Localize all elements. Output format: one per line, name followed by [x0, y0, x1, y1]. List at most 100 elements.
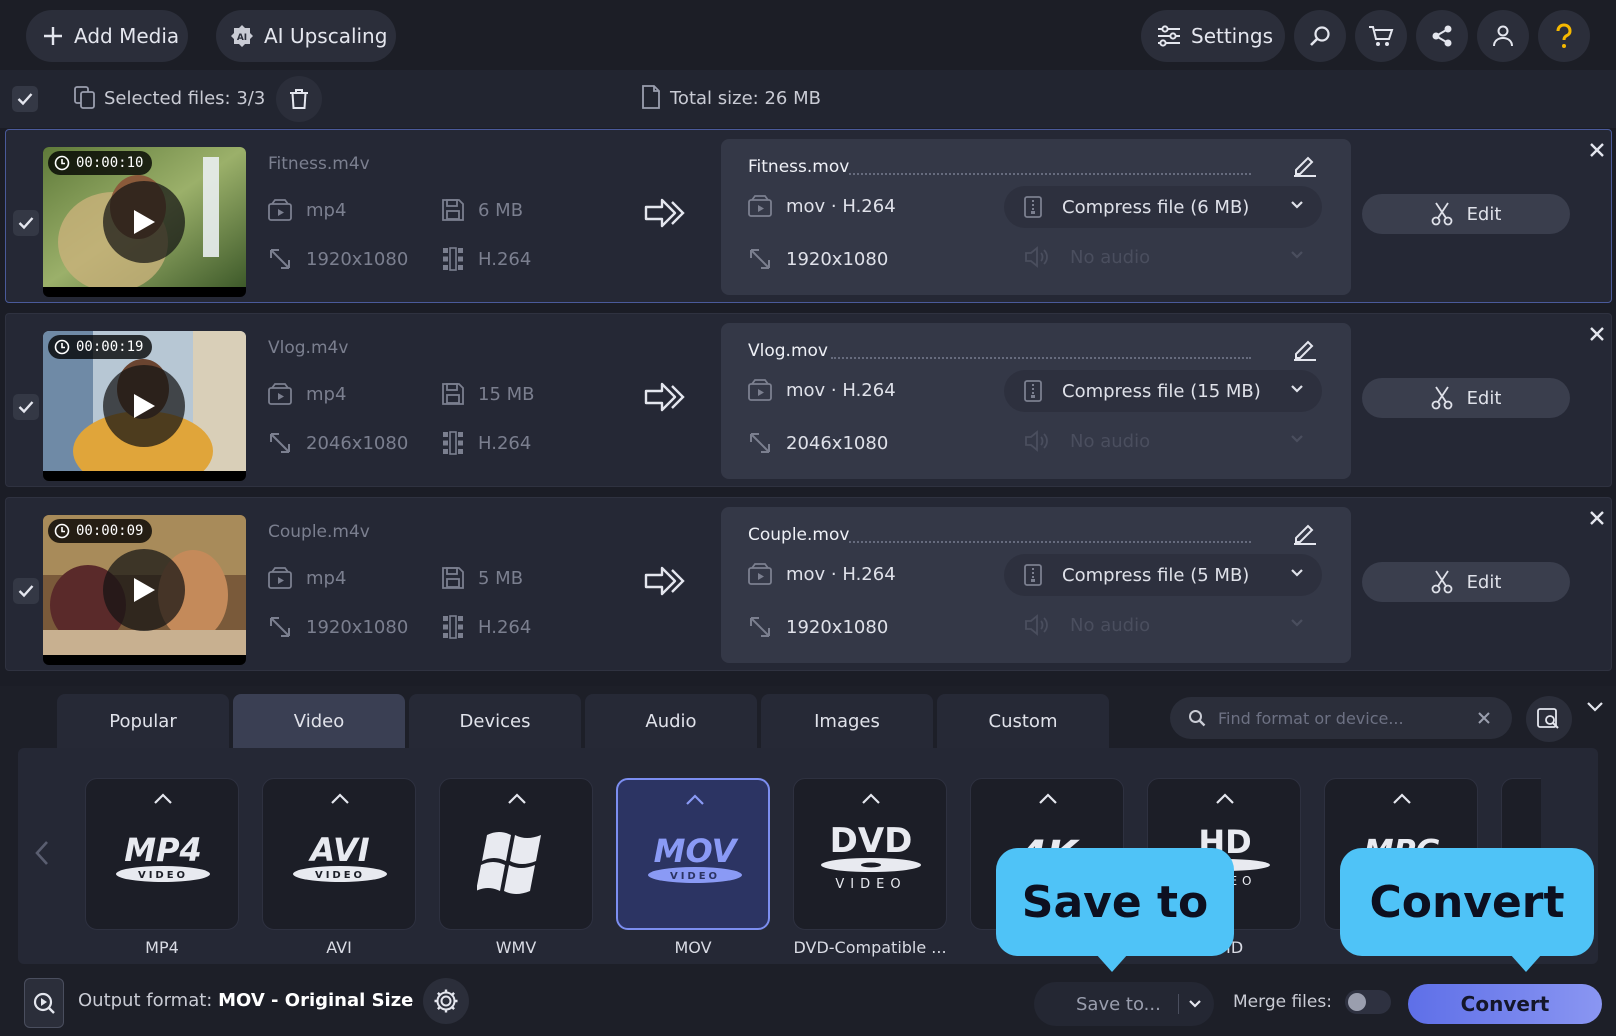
cart-button[interactable] — [1355, 10, 1407, 62]
format-card-mp4[interactable]: MP4 VIDEO — [85, 778, 239, 930]
format-card-wmv[interactable] — [439, 778, 593, 930]
file-checkbox[interactable] — [13, 394, 39, 420]
file-checkbox[interactable] — [13, 578, 39, 604]
chevron-down-icon — [1291, 435, 1303, 443]
merge-files-label: Merge files: — [1233, 992, 1332, 1012]
source-resolution: 1920x1080 — [268, 615, 408, 639]
remove-file-close-icon[interactable] — [1587, 324, 1607, 344]
format-label-mp4: MP4 — [145, 938, 179, 957]
tab-devices[interactable]: Devices — [409, 694, 581, 748]
settings-button[interactable]: Settings — [1141, 10, 1285, 62]
remove-file-close-icon[interactable] — [1587, 140, 1607, 160]
file-row[interactable]: 00:00:10 Fitness.m4v mp4 6 MB 1920x1080 … — [5, 129, 1612, 303]
scissors-icon — [1431, 202, 1452, 226]
save-disk-icon — [442, 383, 464, 405]
audio-dropdown[interactable]: No audio — [1004, 604, 1322, 646]
source-container: mp4 — [268, 567, 346, 589]
file-checkbox[interactable] — [13, 210, 39, 236]
compress-dropdown[interactable]: Compress file (6 MB) — [1004, 186, 1322, 228]
remove-file-close-icon[interactable] — [1587, 508, 1607, 528]
help-button[interactable] — [1538, 10, 1590, 62]
callout-tail — [1510, 954, 1542, 972]
add-media-button[interactable]: Add Media — [26, 10, 188, 62]
duration-text: 00:00:09 — [76, 523, 144, 539]
source-file-name: Couple.m4v — [268, 522, 370, 542]
edit-button[interactable]: Edit — [1362, 194, 1570, 234]
account-button[interactable] — [1477, 10, 1529, 62]
chevron-up-icon — [1039, 793, 1057, 804]
clock-icon — [54, 339, 70, 355]
video-thumbnail[interactable]: 00:00:10 — [43, 147, 246, 297]
carousel-prev-icon[interactable] — [34, 840, 50, 866]
compress-icon — [1024, 196, 1042, 218]
edit-button[interactable]: Edit — [1362, 562, 1570, 602]
video-thumbnail[interactable]: 00:00:09 — [43, 515, 246, 665]
rename-pencil-icon[interactable] — [1293, 153, 1317, 177]
ai-chip-icon: AI — [231, 25, 253, 47]
save-to-dropdown[interactable]: Save to... — [1034, 982, 1214, 1026]
selected-files-value: 3/3 — [236, 88, 266, 109]
ai-upscaling-label: AI Upscaling — [264, 24, 388, 48]
resize-icon — [270, 433, 290, 453]
resize-icon — [750, 617, 770, 637]
tab-video[interactable]: Video — [233, 694, 405, 748]
output-file-name[interactable]: Fitness.mov — [748, 157, 849, 177]
callout-save-to: Save to — [996, 848, 1234, 972]
check-icon — [18, 401, 34, 414]
edit-button[interactable]: Edit — [1362, 378, 1570, 418]
convert-button[interactable]: Convert — [1408, 984, 1602, 1024]
rename-pencil-icon[interactable] — [1293, 337, 1317, 361]
audio-dropdown[interactable]: No audio — [1004, 236, 1322, 278]
audio-dropdown-value: No audio — [1070, 246, 1151, 268]
output-settings-button[interactable] — [423, 978, 469, 1024]
compress-dropdown[interactable]: Compress file (15 MB) — [1004, 370, 1322, 412]
output-format: mov · H.264 — [748, 195, 896, 217]
file-row[interactable]: 00:00:09 Couple.m4v mp4 5 MB 1920x1080 H… — [5, 497, 1612, 671]
video-file-icon — [748, 379, 772, 401]
merge-files-toggle[interactable] — [1345, 990, 1391, 1014]
output-format-value: MOV - Original Size — [218, 990, 414, 1011]
save-disk-icon — [442, 199, 464, 221]
search-button[interactable] — [1294, 10, 1346, 62]
tab-custom[interactable]: Custom — [937, 694, 1109, 748]
tab-audio[interactable]: Audio — [585, 694, 757, 748]
source-container: mp4 — [268, 383, 346, 405]
format-label-avi: AVI — [326, 938, 352, 957]
delete-selected-button[interactable] — [276, 76, 322, 122]
name-divider — [831, 357, 1251, 359]
collapse-panel-chevron-icon[interactable] — [1586, 700, 1604, 714]
device-detect-button[interactable] — [1526, 696, 1572, 742]
rename-pencil-icon[interactable] — [1293, 521, 1317, 545]
output-format-text: mov · H.264 — [786, 195, 896, 217]
format-card-avi[interactable]: AVI VIDEO — [262, 778, 416, 930]
name-divider — [849, 541, 1251, 543]
audio-dropdown[interactable]: No audio — [1004, 420, 1322, 462]
tab-popular[interactable]: Popular — [57, 694, 229, 748]
format-card-dvd[interactable]: DVD VIDEO — [793, 778, 947, 930]
clear-search-close-icon[interactable] — [1476, 710, 1492, 726]
format-card-mov[interactable]: MOV VIDEO — [616, 778, 770, 930]
play-button[interactable] — [103, 365, 185, 447]
tab-images[interactable]: Images — [761, 694, 933, 748]
file-row[interactable]: 00:00:19 Vlog.m4v mp4 15 MB 2046x1080 H.… — [5, 313, 1612, 487]
resize-icon — [270, 249, 290, 269]
format-label-dvd: DVD-Compatible ... — [793, 938, 947, 957]
output-format-search-button[interactable] — [24, 978, 64, 1028]
output-file-name[interactable]: Couple.mov — [748, 525, 849, 545]
compress-dropdown[interactable]: Compress file (5 MB) — [1004, 554, 1322, 596]
source-container-text: mp4 — [306, 199, 347, 221]
select-all-checkbox[interactable] — [12, 86, 38, 112]
convert-arrow-icon — [644, 566, 685, 596]
play-button[interactable] — [103, 549, 185, 631]
clock-icon — [54, 523, 70, 539]
output-file-name[interactable]: Vlog.mov — [748, 341, 828, 361]
format-search-box[interactable]: Find format or device... — [1170, 697, 1512, 739]
dvd-logo: DVD VIDEO — [794, 819, 948, 899]
source-resolution-text: 1920x1080 — [306, 248, 409, 270]
video-thumbnail[interactable]: 00:00:19 — [43, 331, 246, 481]
play-button[interactable] — [103, 181, 185, 263]
share-button[interactable] — [1416, 10, 1468, 62]
ai-upscaling-button[interactable]: AI AI Upscaling — [216, 10, 396, 62]
format-search-input[interactable]: Find format or device... — [1218, 709, 1476, 728]
chevron-up-icon — [1393, 793, 1411, 804]
